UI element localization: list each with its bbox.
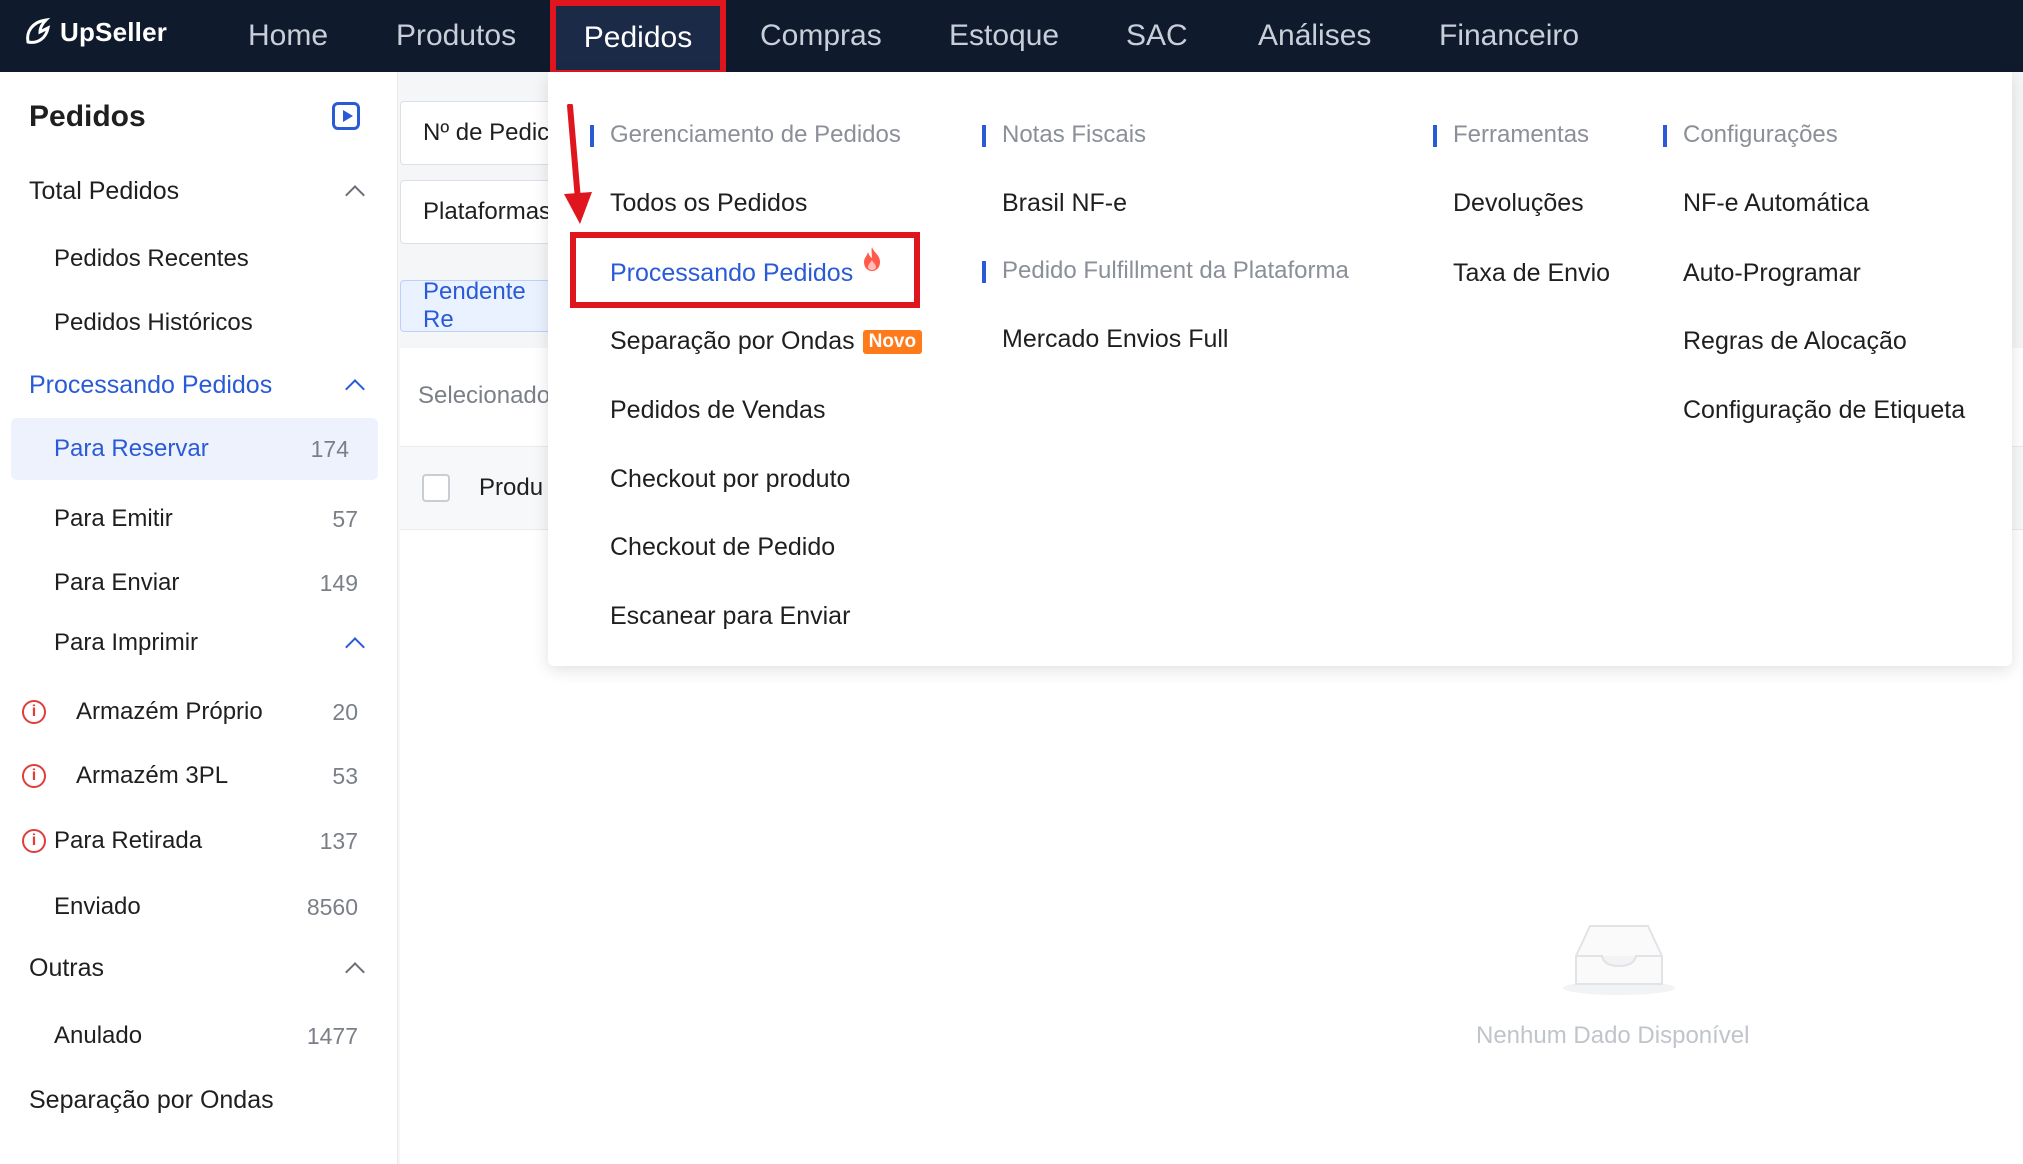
sidebar-item-label: Para Reservar xyxy=(54,435,209,462)
upseller-logo[interactable]: UpSeller xyxy=(22,16,167,48)
sidebar-item-label: Anulado xyxy=(54,1022,143,1049)
menu-item-todos-pedidos[interactable]: Todos os Pedidos xyxy=(610,189,807,218)
sidebar-item-count: 20 xyxy=(332,698,358,725)
sidebar-item-armazem-3pl[interactable]: i Armazém 3PL 53 xyxy=(0,745,398,807)
pedidos-dropdown-menu xyxy=(548,72,2012,666)
menu-item-brasil-nfe[interactable]: Brasil NF-e xyxy=(1002,189,1127,218)
menu-item-separacao-ondas[interactable]: Separação por Ondas Novo xyxy=(610,327,923,356)
nav-pedidos[interactable]: Pedidos xyxy=(550,0,726,76)
column-header-product: Produ xyxy=(479,474,544,501)
nav-compras[interactable]: Compras xyxy=(760,0,882,72)
selected-count-text: Selecionado xyxy=(418,382,551,409)
menu-item-label: Separação por Ondas xyxy=(610,327,855,355)
platforms-filter-label: Plataformas xyxy=(423,198,552,225)
sidebar-item-count: 57 xyxy=(332,505,358,532)
sidebar-item-label: Pedidos Históricos xyxy=(54,309,253,336)
sidebar-group-outras[interactable]: Outras xyxy=(0,937,398,999)
menu-item-regras-alocacao[interactable]: Regras de Alocação xyxy=(1683,327,1907,356)
sidebar-item-para-reservar[interactable]: Para Reservar 174 xyxy=(11,418,378,480)
upseller-logo-icon xyxy=(26,17,51,44)
empty-inbox-icon xyxy=(1563,925,1675,995)
brand-name: UpSeller xyxy=(60,16,168,47)
menu-item-checkout-produto[interactable]: Checkout por produto xyxy=(610,465,850,494)
menu-item-configuracao-etiqueta[interactable]: Configuração de Etiqueta xyxy=(1683,396,1965,425)
dropdown-heading-configuracoes: Configurações xyxy=(1663,121,1838,149)
tab-pendente-label: Pendente Re xyxy=(423,278,526,333)
nav-analises[interactable]: Análises xyxy=(1258,0,1371,72)
sidebar-item-enviado[interactable]: Enviado 8560 xyxy=(0,876,398,938)
nav-estoque[interactable]: Estoque xyxy=(949,0,1059,72)
menu-item-pedidos-vendas[interactable]: Pedidos de Vendas xyxy=(610,396,825,425)
sidebar-item-historicos[interactable]: Pedidos Históricos xyxy=(0,292,398,354)
sidebar-group-label: Outras xyxy=(29,953,105,982)
sidebar-item-para-imprimir[interactable]: Para Imprimir xyxy=(0,612,398,674)
dropdown-heading-gerenciamento: Gerenciamento de Pedidos xyxy=(590,121,901,149)
sidebar-group-separacao[interactable]: Separação por Ondas xyxy=(0,1069,398,1131)
sidebar-group-total[interactable]: Total Pedidos xyxy=(0,160,398,222)
sidebar-item-anulado[interactable]: Anulado 1477 xyxy=(0,1005,398,1067)
sidebar-item-para-retirada[interactable]: i Para Retirada 137 xyxy=(0,810,398,872)
nav-produtos[interactable]: Produtos xyxy=(396,0,516,72)
select-all-checkbox[interactable] xyxy=(422,474,450,502)
dropdown-heading-ferramentas: Ferramentas xyxy=(1433,121,1589,149)
sidebar-item-label: Para Imprimir xyxy=(54,629,199,656)
tab-pendente[interactable]: Pendente Re xyxy=(400,278,560,333)
menu-item-taxa-envio[interactable]: Taxa de Envio xyxy=(1453,259,1610,288)
dropdown-heading-notas-fiscais: Notas Fiscais xyxy=(982,121,1146,149)
warning-icon: i xyxy=(22,764,46,788)
order-number-filter-label: Nº de Pedic xyxy=(423,119,550,146)
chevron-up-icon xyxy=(345,637,365,657)
sidebar-item-para-enviar[interactable]: Para Enviar 149 xyxy=(0,552,398,614)
sidebar-item-count: 137 xyxy=(319,827,358,854)
sidebar-item-label: Para Retirada xyxy=(54,827,203,854)
menu-item-mercado-envios-full[interactable]: Mercado Envios Full xyxy=(1002,325,1228,354)
menu-item-escanear-enviar[interactable]: Escanear para Enviar xyxy=(610,602,850,631)
chevron-up-icon xyxy=(345,379,365,399)
sidebar-group-label: Processando Pedidos xyxy=(29,370,273,399)
sidebar-item-count: 53 xyxy=(332,762,358,789)
warning-icon: i xyxy=(22,700,46,724)
sidebar-item-label: Pedidos Recentes xyxy=(54,245,249,272)
sidebar-item-recentes[interactable]: Pedidos Recentes xyxy=(0,228,398,290)
sidebar-item-count: 174 xyxy=(310,435,349,462)
warning-icon: i xyxy=(22,829,46,853)
sidebar-item-label: Armazém 3PL xyxy=(76,762,229,789)
sidebar-group-label: Total Pedidos xyxy=(29,176,180,205)
sidebar-item-label: Para Emitir xyxy=(54,505,173,532)
menu-item-checkout-pedido[interactable]: Checkout de Pedido xyxy=(610,533,835,562)
sidebar-item-count: 149 xyxy=(319,569,358,596)
nav-home[interactable]: Home xyxy=(248,0,328,72)
nav-financeiro[interactable]: Financeiro xyxy=(1439,0,1579,72)
sidebar-item-count: 1477 xyxy=(306,1022,358,1049)
sidebar-collapse-icon[interactable] xyxy=(332,102,360,130)
chevron-up-icon xyxy=(345,962,365,982)
menu-item-auto-programar[interactable]: Auto-Programar xyxy=(1683,259,1861,288)
empty-state-text: Nenhum Dado Disponível xyxy=(1476,1022,1750,1049)
top-navbar: UpSeller Home Produtos Pedidos Compras E… xyxy=(0,0,2023,76)
menu-item-nfe-automatica[interactable]: NF-e Automática xyxy=(1683,189,1869,218)
sidebar-item-label: Armazém Próprio xyxy=(76,698,263,725)
sidebar-item-para-emitir[interactable]: Para Emitir 57 xyxy=(0,488,398,550)
dropdown-heading-fulfillment: Pedido Fulfillment da Plataforma xyxy=(982,257,1349,285)
sidebar-item-label: Enviado xyxy=(54,893,141,920)
sidebar-item-label: Para Enviar xyxy=(54,569,180,596)
fire-icon xyxy=(864,247,880,271)
nav-sac[interactable]: SAC xyxy=(1126,0,1188,72)
chevron-up-icon xyxy=(345,185,365,205)
sidebar-group-processando[interactable]: Processando Pedidos xyxy=(0,354,398,416)
arrow-down-icon xyxy=(564,104,592,224)
sidebar-item-armazem-proprio[interactable]: i Armazém Próprio 20 xyxy=(0,681,398,743)
sidebar-title: Pedidos xyxy=(29,100,146,133)
sidebar-group-label: Separação por Ondas xyxy=(29,1085,274,1114)
sidebar-item-count: 8560 xyxy=(306,893,358,920)
menu-item-devolucoes[interactable]: Devoluções xyxy=(1453,189,1584,218)
new-badge: Novo xyxy=(862,330,923,354)
